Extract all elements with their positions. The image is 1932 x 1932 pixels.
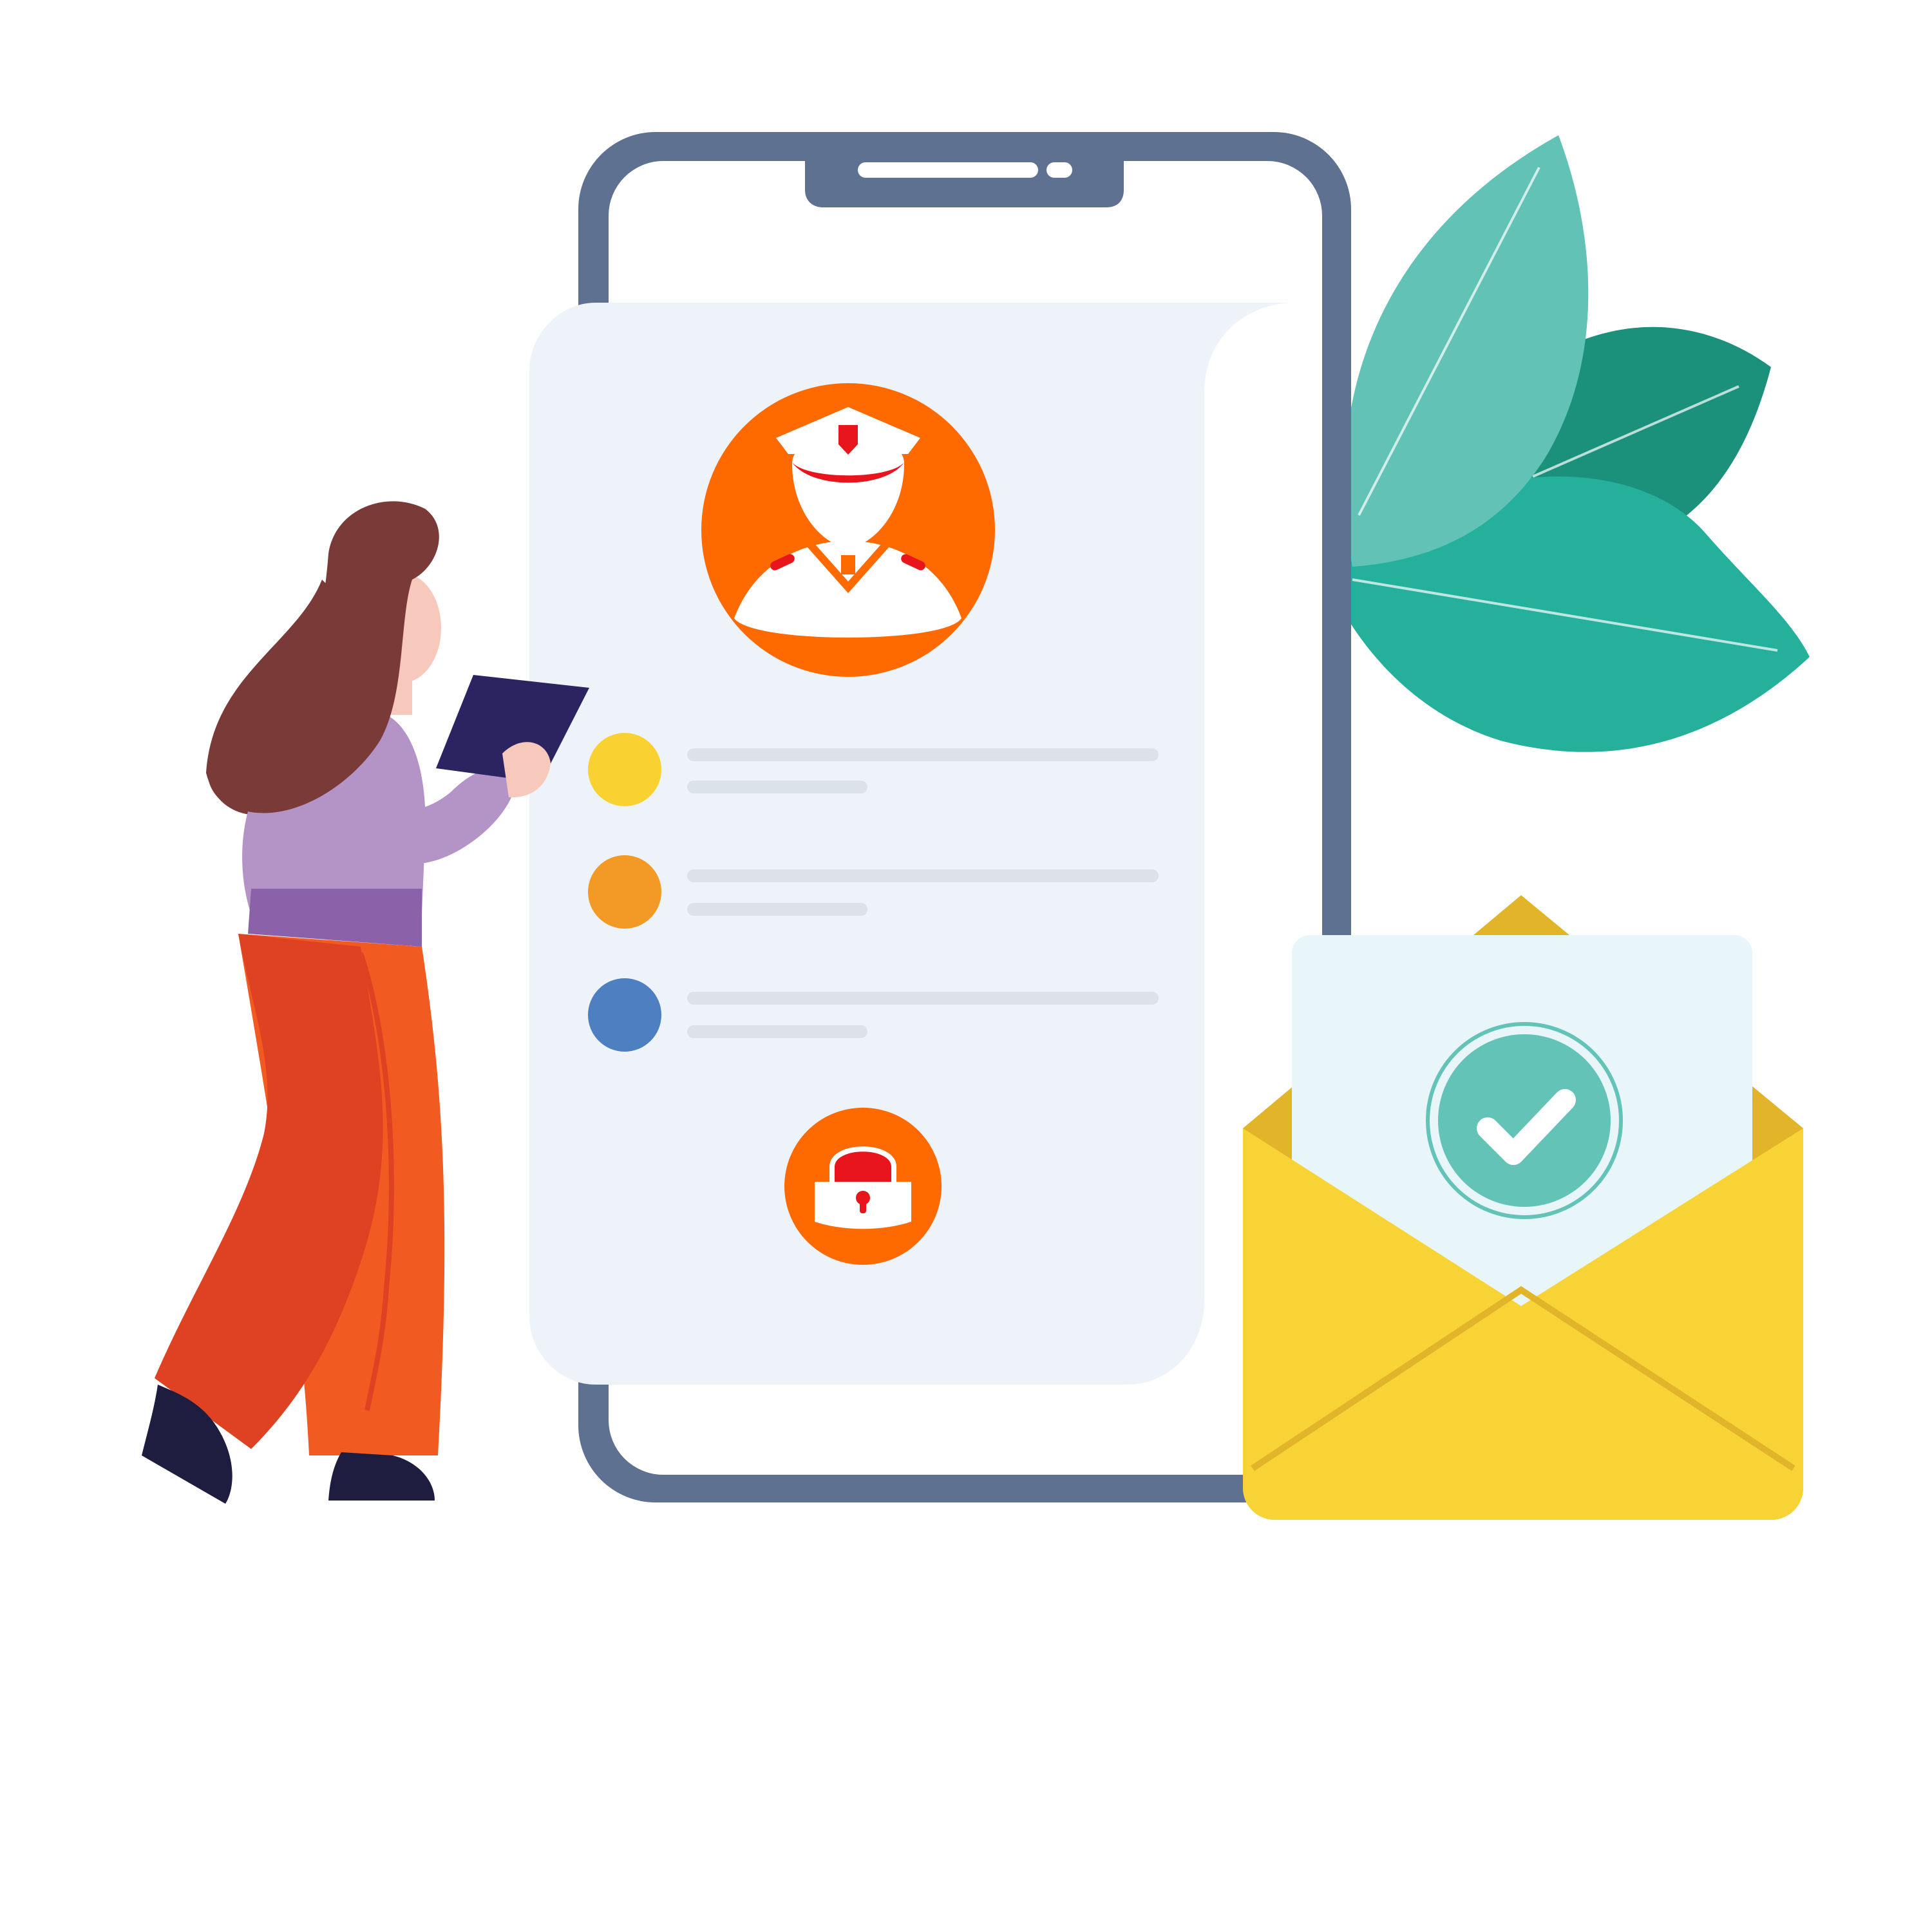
- padlock-icon: [784, 1108, 942, 1265]
- skeleton-line-short: [687, 781, 867, 793]
- skeleton-line-long: [687, 992, 1159, 1005]
- list-dot-yellow: [588, 733, 661, 806]
- padlock-keyhole-slot: [860, 1199, 866, 1213]
- phone-camera: [1046, 162, 1072, 178]
- skeleton-line-short: [687, 903, 867, 916]
- phone-speaker: [858, 162, 1038, 178]
- guard-tie: [841, 555, 855, 574]
- skeleton-line-long: [687, 869, 1159, 882]
- illustration: [142, 132, 1810, 1520]
- list-dot-blue: [588, 978, 661, 1052]
- woman-shoe-right: [328, 1452, 435, 1501]
- padlock-shackle: [829, 1146, 896, 1182]
- skeleton-line-short: [687, 1025, 867, 1038]
- envelope-icon: [1243, 895, 1803, 1520]
- list-dot-orange: [588, 855, 661, 929]
- woman-with-tablet-icon: [142, 501, 589, 1504]
- check-badge: [1438, 1034, 1611, 1207]
- skeleton-line-long: [687, 748, 1159, 761]
- leaves-icon: [1327, 135, 1810, 752]
- security-guard-icon: [701, 383, 995, 677]
